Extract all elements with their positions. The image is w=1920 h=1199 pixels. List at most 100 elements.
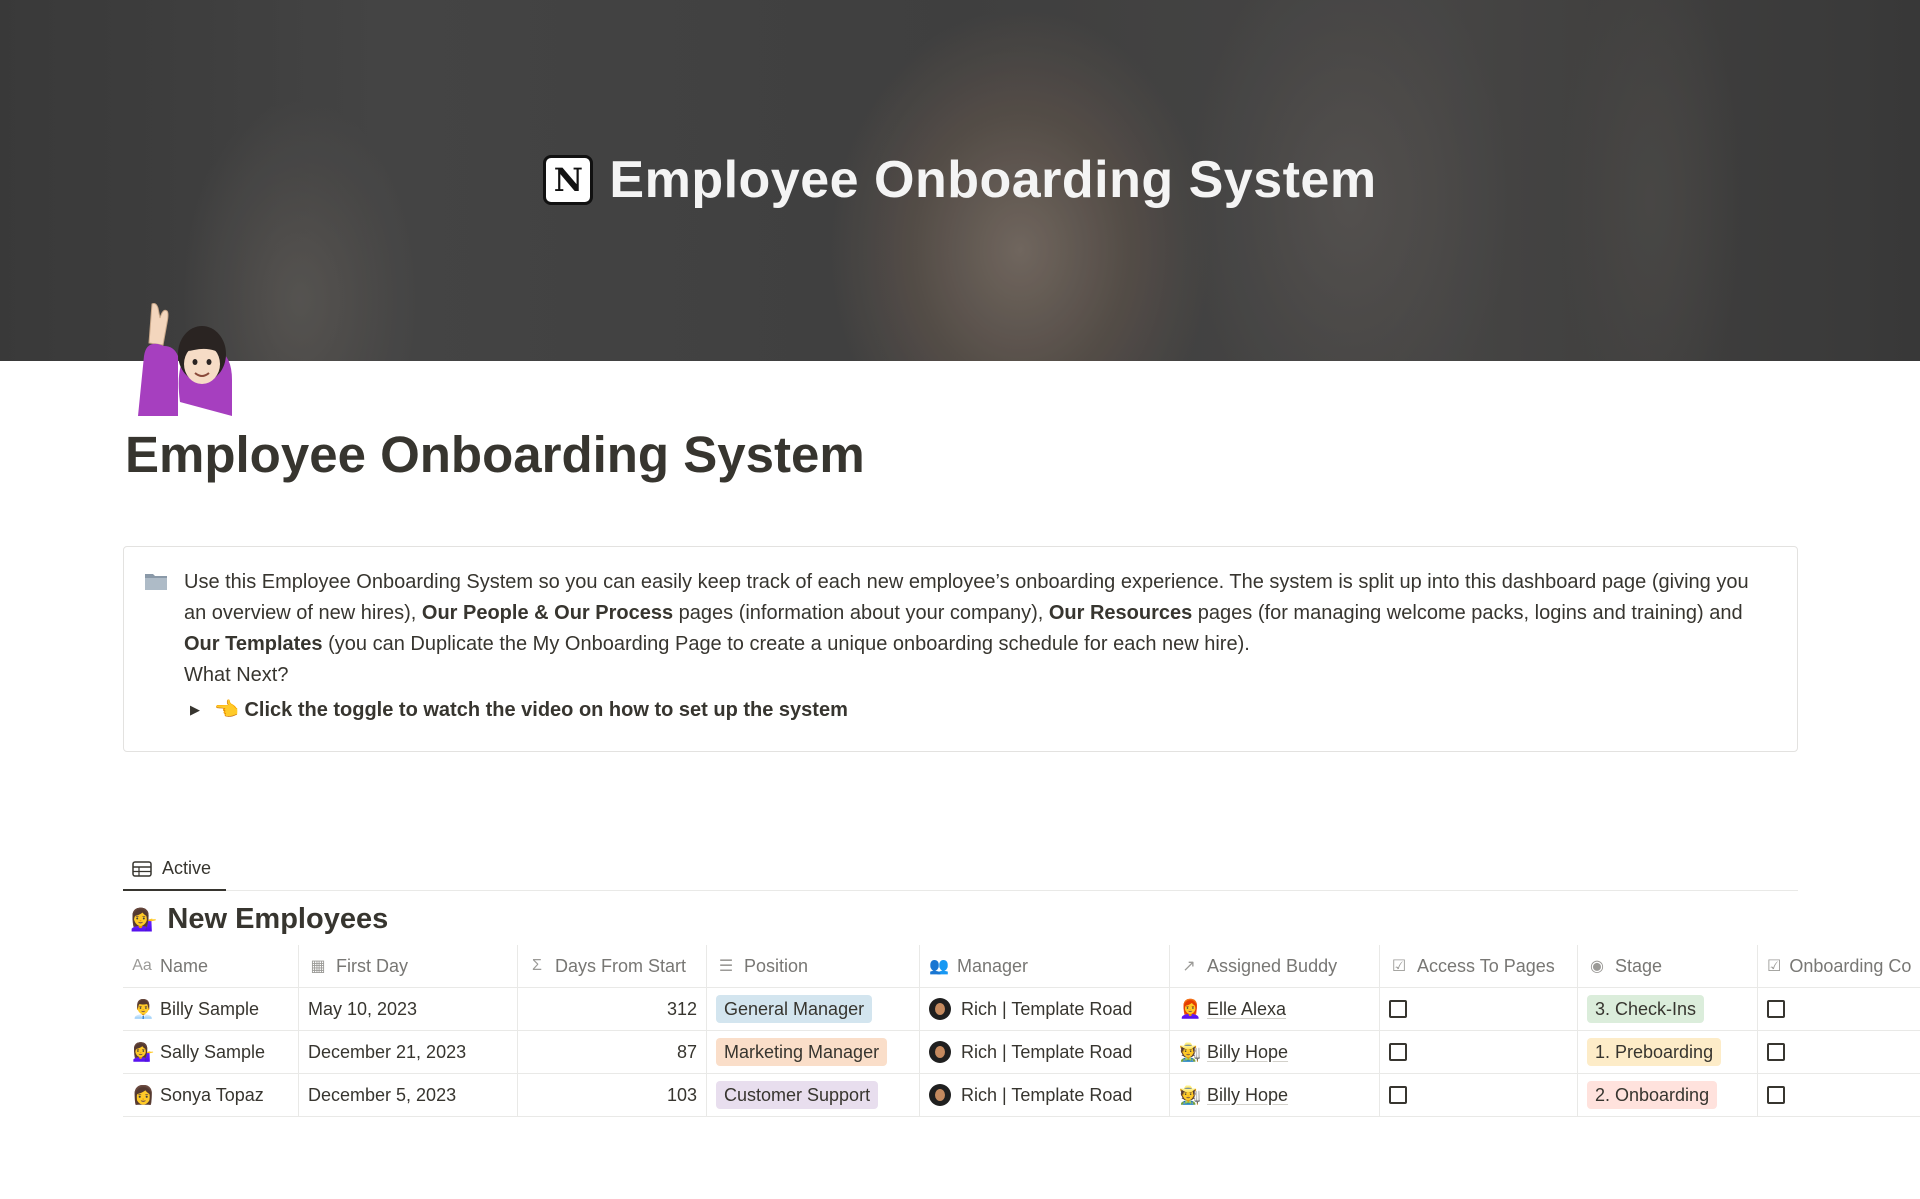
manager-cell[interactable]: Rich | Template Road [920,1031,1170,1073]
column-header-manager[interactable]: 👥 Manager [920,945,1170,987]
access-checkbox[interactable] [1389,1086,1407,1104]
buddy-link[interactable]: Billy Hope [1207,1042,1288,1063]
our-templates-text: Our Templates [184,633,323,655]
database-title-text: New Employees [167,903,389,935]
relation-arrow-icon: ↗ [1182,958,1196,975]
what-next-text: What Next? [184,664,289,686]
days-value: 87 [676,1041,697,1062]
column-header-stage[interactable]: ◉ Stage [1578,945,1758,987]
callout-text: Use this Employee Onboarding System so y… [184,567,1773,660]
video-toggle[interactable]: ▶ 👈 Click the toggle to watch the video … [190,697,1773,722]
days-from-start-cell: 103 [518,1074,707,1116]
calendar-icon: ▦ [310,958,326,975]
column-header-days-from-start[interactable]: Σ Days From Start [518,945,707,987]
employee-name: Billy Sample [160,998,260,1019]
column-label: Stage [1615,955,1663,976]
complete-checkbox[interactable] [1767,1043,1785,1061]
manager-cell[interactable]: Rich | Template Road [920,988,1170,1030]
list-icon: ☰ [718,958,734,975]
stage-tag: 2. Onboarding [1587,1081,1718,1109]
column-header-assigned-buddy[interactable]: ↗ Assigned Buddy [1170,945,1380,987]
complete-checkbox[interactable] [1767,1000,1785,1018]
column-header-name[interactable]: Aa Name [123,945,299,987]
column-label: Access To Pages [1417,955,1555,976]
position-cell[interactable]: Customer Support [707,1074,920,1116]
column-label: Assigned Buddy [1207,955,1338,976]
table-header: Aa Name ▦ First Day Σ Days From Start ☰ Posi… [123,945,1920,988]
callout-text-part: pages (for managing welcome packs, login… [1192,602,1743,624]
name-cell[interactable]: 👨‍💼 Billy Sample [123,988,299,1030]
callout-text-part: pages (information about your company), [673,602,1049,624]
stage-cell[interactable]: 2. Onboarding [1578,1074,1758,1116]
folder-icon [145,574,167,590]
tab-active[interactable]: Active [123,848,226,891]
first-day-cell[interactable]: May 10, 2023 [299,988,518,1030]
employee-name: Sally Sample [160,1041,266,1062]
our-people-process-text: Our People & Our Process [421,602,674,624]
avatar [929,998,951,1020]
our-resources-text: Our Resources [1048,602,1193,624]
days-value: 312 [666,998,697,1019]
checkbox-property-icon: ☑ [1767,958,1782,975]
column-header-first-day[interactable]: ▦ First Day [299,945,518,987]
first-day-cell[interactable]: December 21, 2023 [299,1031,518,1073]
database-title[interactable]: 💁‍♀️ New Employees [130,903,388,936]
page-icon-graphic [138,303,232,416]
access-checkbox[interactable] [1389,1000,1407,1018]
column-header-position[interactable]: ☰ Position [707,945,920,987]
avatar [929,1084,951,1106]
name-cell[interactable]: 💁‍♀️ Sally Sample [123,1031,299,1073]
manager-name: Rich | Template Road [961,1084,1133,1105]
assigned-buddy-cell[interactable]: 🧑‍🌾 Billy Hope [1170,1074,1380,1116]
checkbox-property-icon: ☑ [1391,958,1407,975]
person-icon: 💁‍♀️ [132,1041,155,1062]
complete-checkbox[interactable] [1767,1086,1785,1104]
person-icon: 👩 [132,1084,155,1105]
stage-cell[interactable]: 3. Check-Ins [1578,988,1758,1030]
toggle-label: 👈 Click the toggle to watch the video on… [214,699,848,721]
person-icon: 👨‍💼 [132,998,155,1019]
position-tag: Marketing Manager [716,1038,888,1066]
position-cell[interactable]: Marketing Manager [707,1031,920,1073]
days-from-start-cell: 312 [518,988,707,1030]
notion-logo-icon: N [543,155,594,205]
column-label: Onboarding Co [1789,955,1912,976]
access-to-pages-cell [1380,1074,1578,1116]
stage-cell[interactable]: 1. Preboarding [1578,1031,1758,1073]
raising-hand-woman-icon[interactable] [126,296,242,418]
access-checkbox[interactable] [1389,1043,1407,1061]
tab-label: Active [162,858,212,878]
buddy-icon: 👩‍🦰 [1179,998,1202,1019]
table-row[interactable]: 👨‍💼 Billy Sample May 10, 2023 312 General… [123,988,1920,1031]
access-to-pages-cell [1380,988,1578,1030]
stage-tag: 3. Check-Ins [1587,995,1705,1023]
first-day-value: December 21, 2023 [308,1041,467,1062]
callout-text-part: (you can Duplicate the My Onboarding Pag… [322,633,1250,655]
position-cell[interactable]: General Manager [707,988,920,1030]
onboarding-complete-cell [1758,1031,1920,1073]
page-title: Employee Onboarding System [125,426,865,483]
position-tag: Customer Support [716,1081,879,1109]
assigned-buddy-cell[interactable]: 🧑‍🌾 Billy Hope [1170,1031,1380,1073]
first-day-cell[interactable]: December 5, 2023 [299,1074,518,1116]
name-cell[interactable]: 👩 Sonya Topaz [123,1074,299,1116]
toggle-triangle-icon[interactable]: ▶ [190,702,204,718]
assigned-buddy-cell[interactable]: 👩‍🦰 Elle Alexa [1170,988,1380,1030]
avatar [929,1041,951,1063]
stage-tag: 1. Preboarding [1587,1038,1722,1066]
table-row[interactable]: 👩 Sonya Topaz December 5, 2023 103 Custom… [123,1074,1920,1117]
manager-cell[interactable]: Rich | Template Road [920,1074,1170,1116]
days-from-start-cell: 87 [518,1031,707,1073]
buddy-link[interactable]: Billy Hope [1207,1085,1288,1106]
table-row[interactable]: 💁‍♀️ Sally Sample December 21, 2023 87 Ma… [123,1031,1920,1074]
tipping-hand-icon: 💁‍♀️ [130,906,158,932]
column-header-onboarding-complete[interactable]: ☑ Onboarding Co [1758,945,1920,987]
buddy-link[interactable]: Elle Alexa [1207,999,1286,1020]
status-icon: ◉ [1590,958,1604,975]
manager-name: Rich | Template Road [961,1041,1133,1062]
text-property-icon: Aa [132,957,152,974]
onboarding-complete-cell [1758,1074,1920,1116]
manager-name: Rich | Template Road [961,998,1133,1019]
column-header-access-to-pages[interactable]: ☑ Access To Pages [1380,945,1578,987]
formula-icon: Σ [532,957,542,974]
